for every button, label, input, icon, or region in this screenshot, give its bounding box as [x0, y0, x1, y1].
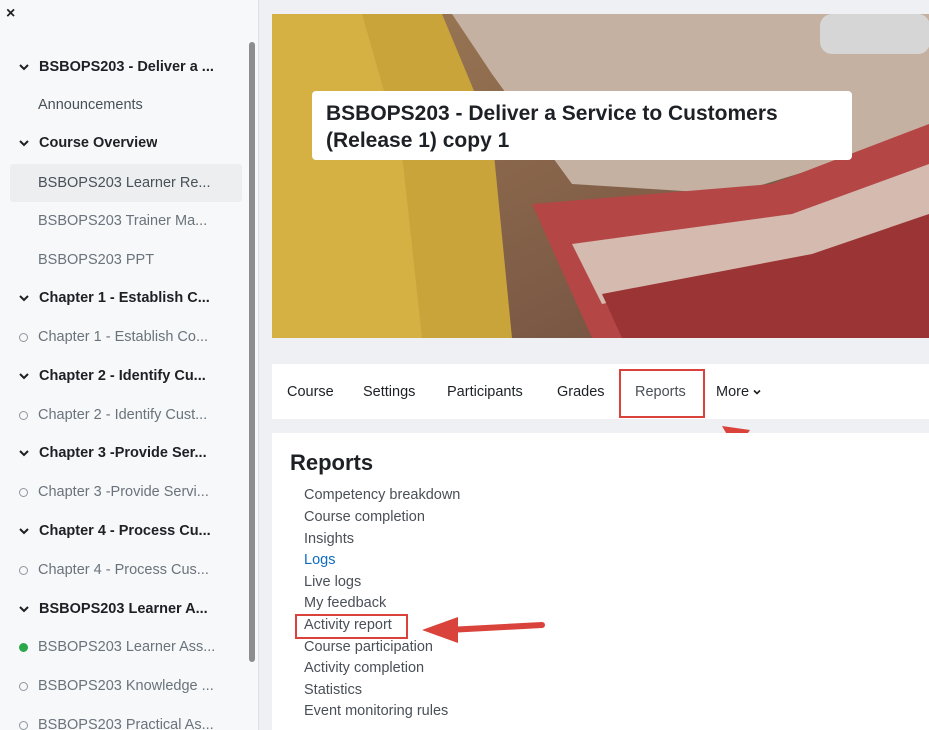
course-index-section-chapter-3[interactable]: Chapter 3 -Provide Ser...	[0, 434, 246, 472]
banner-photo	[272, 14, 929, 338]
course-index-item-chapter-2[interactable]: Chapter 2 - Identify Cust...	[0, 396, 246, 434]
report-link-logs[interactable]: Logs	[304, 552, 335, 568]
completion-circle-icon	[19, 410, 28, 420]
section-label: Chapter 3 -Provide Ser...	[39, 445, 207, 461]
section-label: BSBOPS203 Learner A...	[39, 601, 208, 617]
course-index-item-learner-resource[interactable]: BSBOPS203 Learner Re...	[10, 164, 242, 202]
report-link-course-participation[interactable]: Course participation	[304, 639, 433, 655]
course-index-item-learner-assessment[interactable]: BSBOPS203 Learner Ass...	[0, 628, 246, 666]
completion-done-icon	[19, 642, 28, 652]
course-index-section-chapter-4[interactable]: Chapter 4 - Process Cu...	[0, 512, 246, 550]
report-link-competency-breakdown[interactable]: Competency breakdown	[304, 487, 460, 503]
course-index-item-practical[interactable]: BSBOPS203 Practical As...	[0, 706, 246, 730]
completion-circle-icon	[19, 487, 28, 497]
tab-more-label: More	[716, 383, 750, 400]
chevron-down-icon[interactable]	[18, 292, 30, 304]
item-label: BSBOPS203 Knowledge ...	[38, 678, 214, 694]
completion-circle-icon	[19, 681, 28, 691]
chevron-down-icon[interactable]	[18, 370, 30, 382]
tab-course[interactable]: Course	[287, 364, 334, 419]
chevron-down-icon[interactable]	[18, 603, 30, 615]
course-index-section-learner-assessment[interactable]: BSBOPS203 Learner A...	[0, 590, 246, 628]
section-label: Chapter 1 - Establish C...	[39, 290, 210, 306]
course-index-drawer: × BSBOPS203 - Deliver a ... Announcement…	[0, 0, 259, 730]
tab-participants[interactable]: Participants	[447, 364, 523, 419]
drawer-scrollbar[interactable]	[249, 42, 255, 662]
annotation-arrow-activity-report	[422, 617, 545, 643]
item-label: Chapter 2 - Identify Cust...	[38, 407, 208, 423]
completion-circle-icon	[19, 565, 28, 575]
section-label: Course Overview	[39, 135, 158, 151]
close-drawer-icon[interactable]: ×	[6, 4, 22, 24]
course-title: BSBOPS203 - Deliver a Service to Custome…	[312, 91, 852, 160]
report-link-course-completion[interactable]: Course completion	[304, 509, 425, 525]
course-index-section-chapter-1[interactable]: Chapter 1 - Establish C...	[0, 279, 246, 317]
item-label: BSBOPS203 Trainer Ma...	[38, 213, 208, 229]
tab-settings[interactable]: Settings	[363, 364, 415, 419]
chevron-down-icon[interactable]	[18, 447, 30, 459]
course-index-item-announcements[interactable]: Announcements	[0, 86, 246, 124]
course-banner-image	[272, 14, 929, 338]
report-link-insights[interactable]: Insights	[304, 531, 354, 547]
item-label: BSBOPS203 Learner Re...	[38, 175, 211, 191]
item-label: Chapter 3 -Provide Servi...	[38, 484, 209, 500]
section-label: BSBOPS203 - Deliver a ...	[39, 59, 214, 75]
item-label: BSBOPS203 Learner Ass...	[38, 639, 216, 655]
item-label: Chapter 1 - Establish Co...	[38, 329, 209, 345]
item-label: BSBOPS203 Practical As...	[38, 717, 214, 730]
reports-tab-annotation-box	[619, 369, 705, 418]
course-index-item-chapter-1[interactable]: Chapter 1 - Establish Co...	[0, 318, 246, 356]
course-index-item-ppt[interactable]: BSBOPS203 PPT	[0, 241, 246, 279]
report-link-my-feedback[interactable]: My feedback	[304, 595, 386, 611]
course-index-item-knowledge[interactable]: BSBOPS203 Knowledge ...	[0, 667, 246, 705]
course-index-section-course[interactable]: BSBOPS203 - Deliver a ...	[0, 48, 246, 86]
item-label: Announcements	[38, 97, 143, 113]
section-label: Chapter 2 - Identify Cu...	[39, 368, 206, 384]
reports-heading: Reports	[290, 450, 374, 475]
report-link-live-logs[interactable]: Live logs	[304, 574, 361, 590]
chevron-down-icon	[753, 384, 761, 400]
activity-report-annotation-box	[295, 614, 408, 639]
completion-circle-icon	[19, 332, 28, 342]
course-index-section-chapter-2[interactable]: Chapter 2 - Identify Cu...	[0, 357, 246, 395]
course-index-item-trainer-manual[interactable]: BSBOPS203 Trainer Ma...	[0, 202, 246, 240]
chevron-down-icon[interactable]	[18, 137, 30, 149]
item-label: Chapter 4 - Process Cus...	[38, 562, 209, 578]
report-link-activity-completion[interactable]: Activity completion	[304, 660, 424, 676]
tab-grades[interactable]: Grades	[557, 364, 605, 419]
report-link-statistics[interactable]: Statistics	[304, 682, 362, 698]
tab-more[interactable]: More	[716, 364, 761, 419]
report-link-event-monitoring-rules[interactable]: Event monitoring rules	[304, 703, 448, 719]
completion-circle-icon	[19, 720, 28, 730]
course-index-section-overview[interactable]: Course Overview	[0, 124, 246, 162]
course-index-item-chapter-4[interactable]: Chapter 4 - Process Cus...	[0, 551, 246, 589]
reports-panel	[272, 433, 929, 730]
chevron-down-icon[interactable]	[18, 525, 30, 537]
item-label: BSBOPS203 PPT	[38, 252, 155, 268]
section-label: Chapter 4 - Process Cu...	[39, 523, 211, 539]
chevron-down-icon[interactable]	[18, 61, 30, 73]
course-index-item-chapter-3[interactable]: Chapter 3 -Provide Servi...	[0, 473, 246, 511]
